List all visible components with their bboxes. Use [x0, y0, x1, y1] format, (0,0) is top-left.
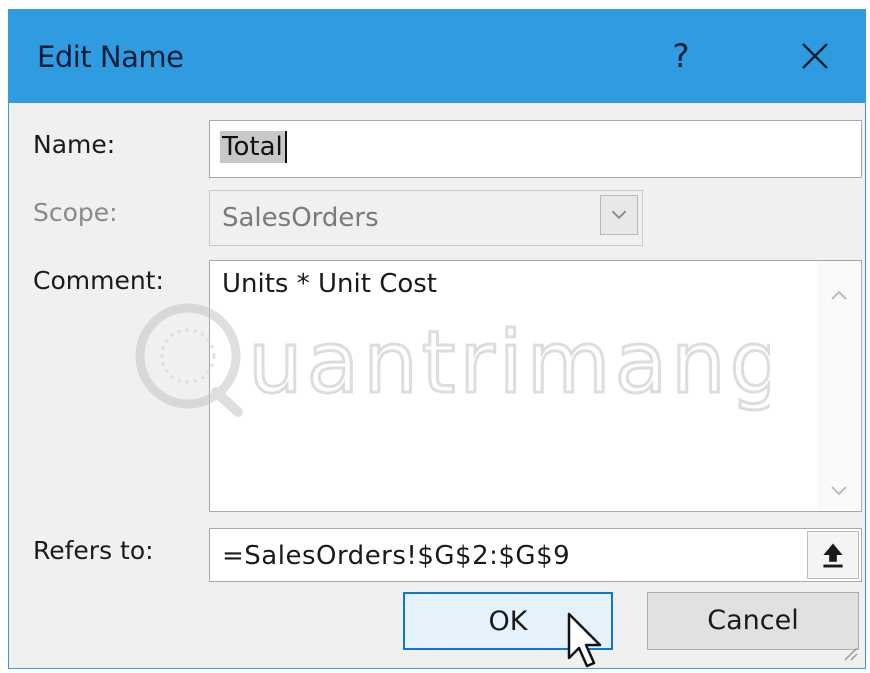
- refers-to-label: Refers to:: [33, 536, 154, 565]
- scope-dropdown-button[interactable]: [600, 195, 638, 235]
- collapse-dialog-button[interactable]: [807, 531, 859, 579]
- chevron-down-icon: [611, 210, 627, 220]
- help-button[interactable]: ?: [657, 34, 705, 78]
- scope-label: Scope:: [33, 198, 118, 227]
- scope-select[interactable]: SalesOrders: [209, 190, 643, 246]
- comment-scrollbar[interactable]: [817, 261, 861, 511]
- scroll-up-icon[interactable]: [827, 285, 851, 305]
- comment-label: Comment:: [33, 266, 164, 295]
- resize-grip-icon[interactable]: [841, 644, 859, 662]
- comment-value: Units * Unit Cost: [222, 269, 437, 299]
- scope-value: SalesOrders: [222, 203, 379, 233]
- title-bar: Edit Name ?: [9, 10, 865, 103]
- text-caret: [285, 131, 287, 163]
- edit-name-dialog: Edit Name ? Name: Total Scope: SalesOrde…: [8, 9, 866, 669]
- scroll-down-icon[interactable]: [827, 481, 851, 501]
- collapse-arrow-icon: [823, 543, 843, 568]
- close-icon: [802, 43, 828, 69]
- comment-textarea[interactable]: Units * Unit Cost: [209, 260, 862, 512]
- name-label: Name:: [33, 130, 116, 159]
- name-value: Total: [220, 131, 285, 163]
- mouse-pointer-icon: [567, 612, 602, 668]
- name-input[interactable]: Total: [209, 120, 862, 178]
- cancel-button[interactable]: Cancel: [647, 592, 859, 650]
- close-button[interactable]: [791, 34, 839, 78]
- refers-to-input[interactable]: =SalesOrders!$G$2:$G$9: [209, 528, 862, 582]
- dialog-title: Edit Name: [37, 40, 184, 74]
- refers-to-value: =SalesOrders!$G$2:$G$9: [222, 541, 571, 571]
